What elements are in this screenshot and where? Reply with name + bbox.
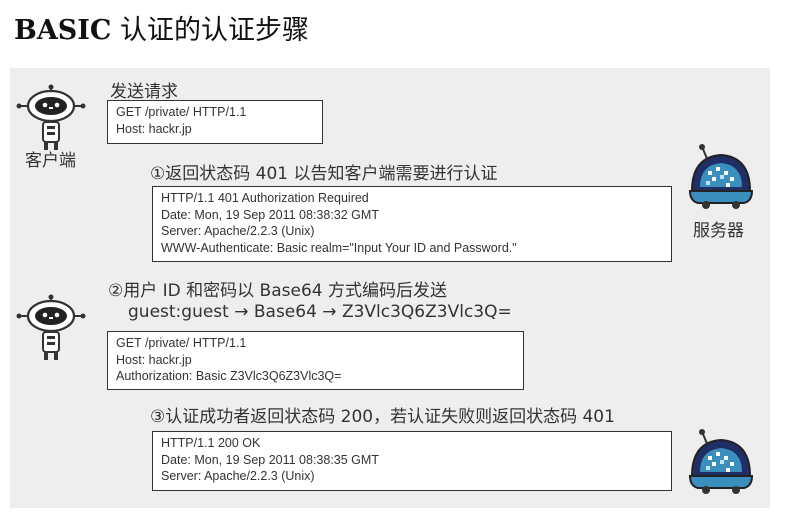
page-title: BASIC 认证的认证步骤 — [14, 15, 309, 46]
step-3-text: ③认证成功者返回状态码 200，若认证失败则返回状态码 401 — [150, 407, 615, 427]
response-line: Server: Apache/2.2.3 (Unix) — [161, 469, 315, 483]
request-line: Host: hackr.jp — [116, 352, 192, 367]
request-caption: 发送请求 — [110, 82, 178, 102]
request-box-1: GET /private/ HTTP/1.1 Host: hackr.jp — [107, 100, 323, 144]
response-line: Date: Mon, 19 Sep 2011 08:38:35 GMT — [161, 452, 379, 467]
response-line: HTTP/1.1 200 OK — [161, 436, 261, 450]
dome-robot-icon — [688, 144, 754, 209]
response-line: Server: Apache/2.2.3 (Unix) — [161, 224, 315, 238]
request-box-2: GET /private/ HTTP/1.1 Host: hackr.jp Au… — [107, 331, 524, 390]
step-1-text: ①返回状态码 401 以告知客户端需要进行认证 — [150, 164, 498, 184]
request-line: Authorization: Basic Z3Vlc3Q6Z3Vlc3Q= — [116, 369, 342, 383]
dome-robot-icon — [688, 429, 754, 494]
client-label: 客户端 — [25, 151, 76, 171]
response-line: HTTP/1.1 401 Authorization Required — [161, 191, 369, 205]
response-box-401: HTTP/1.1 401 Authorization Required Date… — [152, 186, 672, 262]
server-label: 服务器 — [693, 221, 744, 241]
response-line: WWW-Authenticate: Basic realm="Input You… — [161, 240, 517, 255]
request-line: GET /private/ HTTP/1.1 — [116, 336, 247, 350]
request-line: GET /private/ HTTP/1.1 — [116, 105, 247, 119]
response-line: Date: Mon, 19 Sep 2011 08:38:32 GMT — [161, 207, 379, 222]
step-2-text: ②用户 ID 和密码以 Base64 方式编码后发送 — [108, 281, 447, 301]
encoding-formula: guest:guest → Base64 → Z3Vlc3Q6Z3Vlc3Q= — [128, 302, 512, 322]
response-box-200: HTTP/1.1 200 OK Date: Mon, 19 Sep 2011 0… — [152, 431, 672, 491]
request-line: Host: hackr.jp — [116, 121, 192, 136]
robot-icon — [16, 294, 86, 360]
